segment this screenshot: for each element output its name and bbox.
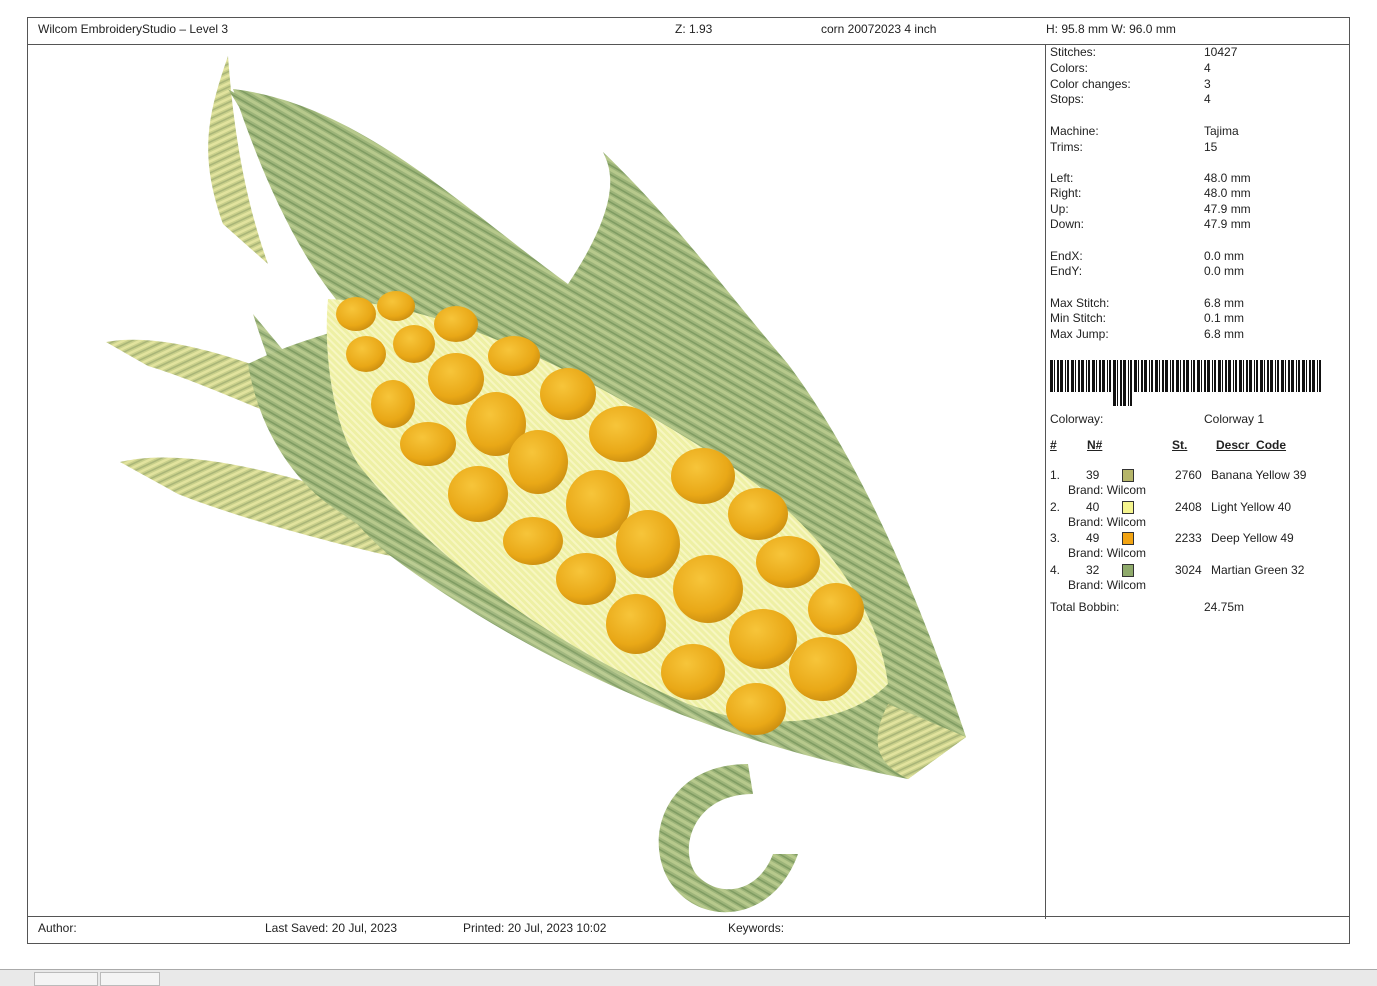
author-field: Author: bbox=[38, 921, 77, 935]
stat-value: 47.9 mm bbox=[1204, 217, 1251, 231]
design-dimensions: H: 95.8 mm W: 96.0 mm bbox=[1046, 22, 1176, 36]
stat-label: Colors: bbox=[1050, 61, 1089, 75]
design-preview bbox=[28, 44, 1045, 920]
col-header-st: St. bbox=[1172, 438, 1188, 452]
bottom-tab-1[interactable] bbox=[34, 972, 98, 986]
printed-field: Printed: 20 Jul, 2023 10:02 bbox=[463, 921, 607, 935]
colorway-value: Colorway 1 bbox=[1204, 412, 1265, 426]
thread-index: 4. bbox=[1050, 562, 1061, 577]
thread-index: 2. bbox=[1050, 499, 1061, 514]
thread-stitch-count: 2408 bbox=[1175, 499, 1202, 514]
bottom-tab-2[interactable] bbox=[100, 972, 160, 986]
stat-label: Min Stitch: bbox=[1050, 311, 1107, 325]
stat-label: Stops: bbox=[1050, 92, 1085, 106]
design-name: corn 20072023 4 inch bbox=[821, 22, 937, 36]
thread-stitch-count: 3024 bbox=[1175, 562, 1202, 577]
thread-description: Light Yellow 40 bbox=[1211, 499, 1292, 514]
thread-index: 1. bbox=[1050, 468, 1061, 482]
thread-brand: Brand: Wilcom bbox=[1068, 514, 1147, 529]
window-bottom-bar bbox=[0, 969, 1377, 986]
col-header-n: N# bbox=[1087, 438, 1103, 452]
keywords-field: Keywords: bbox=[728, 921, 785, 935]
thread-brand: Brand: Wilcom bbox=[1068, 546, 1147, 560]
stat-label: Max Stitch: bbox=[1050, 296, 1110, 310]
stat-label: Right: bbox=[1050, 186, 1082, 200]
stat-label: EndY: bbox=[1050, 264, 1083, 278]
thread-description: Martian Green 32 bbox=[1211, 562, 1305, 577]
stat-value: 0.0 mm bbox=[1204, 249, 1245, 263]
stat-value: 4 bbox=[1204, 92, 1211, 106]
stat-value: 4 bbox=[1204, 61, 1211, 75]
stat-value: 47.9 mm bbox=[1204, 202, 1251, 216]
stat-value: 0.1 mm bbox=[1204, 311, 1245, 325]
stat-label: Stitches: bbox=[1050, 45, 1097, 59]
stat-value: 48.0 mm bbox=[1204, 171, 1251, 185]
stat-value: 0.0 mm bbox=[1204, 264, 1245, 278]
thread-index: 3. bbox=[1050, 531, 1061, 545]
thread-swatch bbox=[1122, 563, 1134, 577]
stem-curl bbox=[658, 764, 798, 913]
thread-color-row: 4. 32 3024 Martian Green 32 Brand: Wilcom bbox=[1050, 562, 1345, 592]
thread-number: 49 bbox=[1086, 531, 1100, 545]
total-bobbin-value: 24.75m bbox=[1204, 600, 1245, 614]
barcode-icon bbox=[1050, 360, 1322, 406]
last-saved-field: Last Saved: 20 Jul, 2023 bbox=[265, 921, 398, 935]
thread-number: 32 bbox=[1086, 562, 1100, 577]
print-preview-sheet: Wilcom EmbroideryStudio – Level 3 Z: 1.9… bbox=[27, 17, 1350, 944]
thread-swatch bbox=[1122, 469, 1134, 482]
stat-value: 6.8 mm bbox=[1204, 296, 1245, 310]
header-bar: Wilcom EmbroideryStudio – Level 3 Z: 1.9… bbox=[28, 18, 1349, 45]
stat-label: Machine: bbox=[1050, 124, 1099, 138]
info-panel: Colorway: Colorway 1 # N# St. Descr_Code… bbox=[1046, 45, 1348, 919]
thread-description: Banana Yellow 39 bbox=[1211, 468, 1307, 482]
thread-color-row: 2. 40 2408 Light Yellow 40 Brand: Wilcom bbox=[1050, 499, 1345, 529]
stat-label: Left: bbox=[1050, 171, 1074, 185]
stat-label: Max Jump: bbox=[1050, 327, 1109, 341]
thread-description: Deep Yellow 49 bbox=[1211, 531, 1294, 545]
thread-swatch bbox=[1122, 500, 1134, 514]
thread-swatch bbox=[1122, 532, 1134, 545]
stat-value: 3 bbox=[1204, 77, 1211, 91]
stat-label: Up: bbox=[1050, 202, 1069, 216]
stat-value: Tajima bbox=[1204, 124, 1239, 138]
zoom-level: Z: 1.93 bbox=[675, 22, 713, 36]
stat-label: Trims: bbox=[1050, 140, 1083, 154]
stat-value: 6.8 mm bbox=[1204, 327, 1245, 341]
thread-color-row: 1. 39 2760 Banana Yellow 39 Brand: Wilcom bbox=[1050, 468, 1345, 497]
app-title: Wilcom EmbroideryStudio – Level 3 bbox=[38, 22, 229, 36]
thread-stitch-count: 2233 bbox=[1175, 531, 1202, 545]
thread-brand: Brand: Wilcom bbox=[1068, 577, 1147, 592]
stat-value: 48.0 mm bbox=[1204, 186, 1251, 200]
stat-label: EndX: bbox=[1050, 249, 1083, 263]
col-header-descr: Descr_Code bbox=[1216, 438, 1287, 452]
stat-value: 15 bbox=[1204, 140, 1218, 154]
stat-label: Color changes: bbox=[1050, 77, 1131, 91]
top-leaf bbox=[208, 56, 268, 264]
footer-bar: Author: Last Saved: 20 Jul, 2023 Printed… bbox=[28, 916, 1349, 943]
thread-number: 39 bbox=[1086, 468, 1100, 482]
thread-color-row: 3. 49 2233 Deep Yellow 49 Brand: Wilcom bbox=[1050, 531, 1345, 560]
thread-stitch-count: 2760 bbox=[1175, 468, 1202, 482]
stat-label: Down: bbox=[1050, 217, 1085, 231]
col-header-num: # bbox=[1050, 438, 1057, 452]
total-bobbin-label: Total Bobbin: bbox=[1050, 600, 1120, 614]
colorway-label: Colorway: bbox=[1050, 412, 1104, 426]
thread-number: 40 bbox=[1086, 499, 1100, 514]
stat-value: 10427 bbox=[1204, 45, 1238, 59]
thread-brand: Brand: Wilcom bbox=[1068, 483, 1147, 497]
